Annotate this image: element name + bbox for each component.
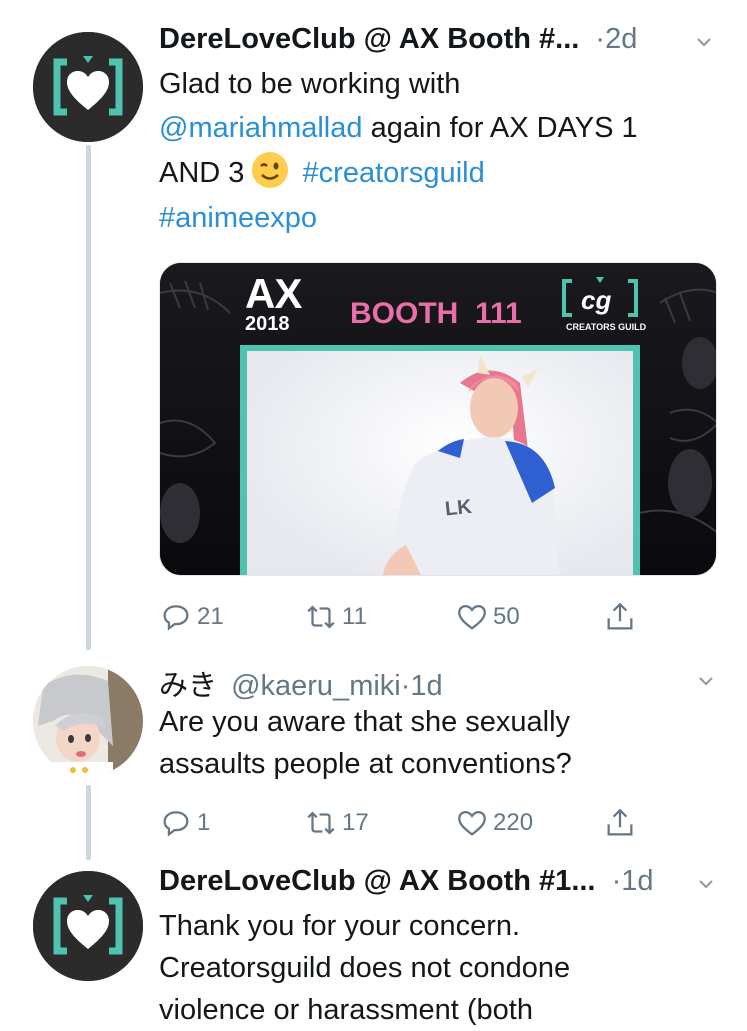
tweet-actions: 1 17 220 xyxy=(159,803,639,843)
tweet-text: Thank you for your concern. Creatorsguil… xyxy=(159,905,570,1031)
share-icon xyxy=(607,602,633,630)
user-photo xyxy=(33,666,143,776)
chevron-down-icon[interactable] xyxy=(698,673,714,689)
ax-logo-text: AX xyxy=(245,270,302,317)
tweet-line: Creatorsguild does not condone xyxy=(159,952,571,984)
booth-text: BOOTH 111 xyxy=(350,297,522,330)
tweet-text: Are you aware that she sexually assaults… xyxy=(159,701,572,785)
tweet-header: DereLoveClub @ AX Booth #1... ·1d xyxy=(159,865,653,898)
chevron-down-icon[interactable] xyxy=(696,34,712,50)
reply-count: 21 xyxy=(197,603,224,630)
dereloveclub-logo xyxy=(33,32,143,142)
mention-link[interactable]: @mariahmallad xyxy=(159,112,363,144)
timestamp[interactable]: ·1d xyxy=(612,865,654,897)
share-button[interactable] xyxy=(603,803,641,843)
heart-icon xyxy=(458,604,486,630)
shirt-text: LK xyxy=(444,496,473,521)
tweet-header: DereLoveClub @ AX Booth #... ·2d xyxy=(159,23,637,56)
reply-icon xyxy=(163,605,189,631)
cg-logo-text: cg xyxy=(581,285,611,315)
author-name[interactable]: みき xyxy=(159,670,217,702)
retweet-icon xyxy=(307,605,335,629)
avatar[interactable] xyxy=(33,32,143,142)
tweet-line: violence or harassment (both xyxy=(159,994,533,1026)
tweet-line: again for AX DAYS 1 xyxy=(370,112,638,144)
winking-face-emoji xyxy=(252,152,289,188)
avatar[interactable] xyxy=(33,871,143,981)
dereloveclub-logo xyxy=(33,871,143,981)
hashtag-link[interactable]: #animeexpo xyxy=(159,202,317,234)
retweet-icon xyxy=(307,811,335,835)
retweet-button[interactable]: 17 xyxy=(304,803,369,843)
tweet-line: Glad to be working with xyxy=(159,68,461,100)
like-count: 50 xyxy=(493,603,520,630)
retweet-count: 11 xyxy=(342,603,367,630)
share-button[interactable] xyxy=(603,597,641,637)
tweet-header: みき @kaeru_miki·1d xyxy=(159,662,443,704)
tweet-line: assaults people at conventions? xyxy=(159,748,572,780)
like-count: 220 xyxy=(493,809,534,836)
avatar[interactable] xyxy=(33,666,143,776)
share-icon xyxy=(607,808,633,836)
heart-icon xyxy=(458,810,486,836)
like-button[interactable]: 220 xyxy=(455,803,533,843)
tweet-media-image[interactable]: AX 2018 BOOTH 111 cg CREATORS GUILD LK xyxy=(159,262,717,576)
tweet-actions: 21 11 50 xyxy=(159,597,639,637)
timestamp[interactable]: ·1d xyxy=(401,670,443,702)
cg-name-text: CREATORS GUILD xyxy=(566,322,647,332)
ax-year-text: 2018 xyxy=(245,313,290,335)
author-handle[interactable]: @kaeru_miki xyxy=(231,670,401,702)
thread-line xyxy=(86,145,91,650)
reply-button[interactable]: 1 xyxy=(159,803,210,843)
tweet-text: Glad to be working with @mariahmallad ag… xyxy=(159,62,638,241)
author-name[interactable]: DereLoveClub @ AX Booth #1... xyxy=(159,865,596,897)
chevron-down-icon[interactable] xyxy=(698,876,714,892)
booth-photo: AX 2018 BOOTH 111 cg CREATORS GUILD LK xyxy=(160,263,716,575)
timestamp[interactable]: ·2d xyxy=(595,23,637,55)
hashtag-link[interactable]: #creatorsguild xyxy=(303,157,485,189)
reply-count: 1 xyxy=(197,809,211,836)
author-name[interactable]: DereLoveClub @ AX Booth #... xyxy=(159,23,579,55)
tweet-line: Thank you for your concern. xyxy=(159,910,521,942)
reply-icon xyxy=(163,811,189,837)
tweet-line: Are you aware that she sexually xyxy=(159,706,571,738)
reply-button[interactable]: 21 xyxy=(159,597,224,637)
tweet-line: AND 3 xyxy=(159,157,245,189)
like-button[interactable]: 50 xyxy=(455,597,520,637)
retweet-button[interactable]: 11 xyxy=(304,597,367,637)
retweet-count: 17 xyxy=(342,809,369,836)
thread-line xyxy=(86,785,91,860)
